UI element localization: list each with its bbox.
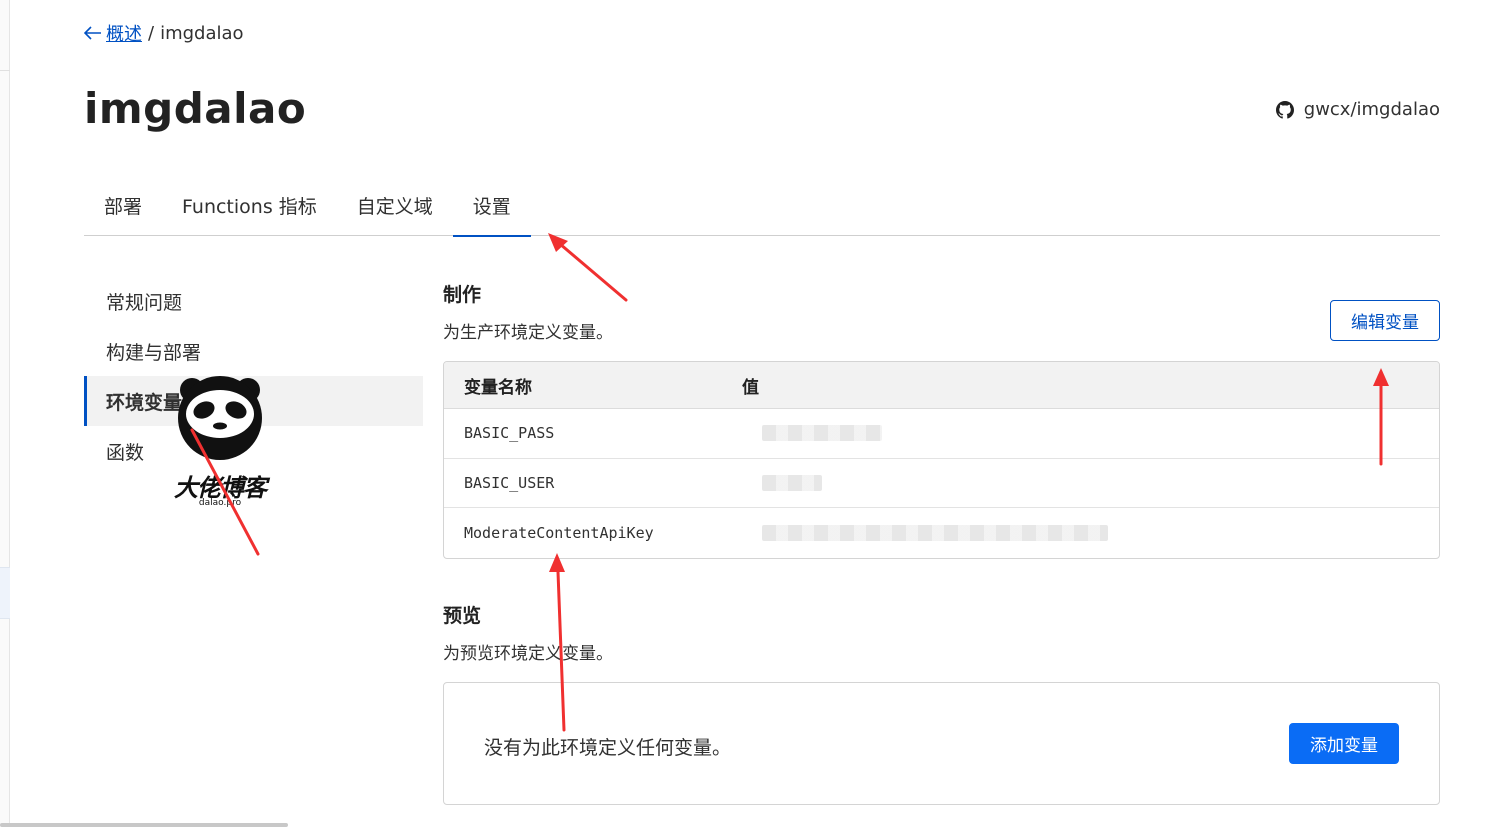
tab-functions-metrics[interactable]: Functions 指标 [162, 180, 337, 236]
preview-description: 为预览环境定义变量。 [443, 644, 613, 664]
preview-title: 预览 [443, 605, 482, 627]
table-header: 变量名称 值 [444, 362, 1439, 409]
page-title: imgdalao [84, 84, 307, 133]
var-name: BASIC_USER [464, 473, 555, 492]
preview-empty-state: 没有为此环境定义任何变量。 添加变量 [443, 682, 1440, 805]
breadcrumb-separator: / [148, 22, 155, 44]
left-edge-highlight [0, 567, 10, 619]
production-title: 制作 [443, 284, 482, 306]
watermark-sub: dalao.pro [198, 498, 242, 508]
panda-icon [178, 376, 262, 460]
breadcrumb-back-link[interactable]: 概述 [84, 20, 142, 46]
var-name: BASIC_PASS [464, 424, 555, 443]
breadcrumb-current: imgdalao [160, 22, 244, 44]
arrow-left-icon [84, 26, 101, 40]
repo-link[interactable]: gwcx/imgdalao [1275, 99, 1440, 120]
production-variables-table: 变量名称 值 BASIC_PASS BASIC_USER ModerateCon… [443, 361, 1440, 559]
var-value-redacted [742, 459, 1439, 508]
table-row: BASIC_PASS [444, 409, 1439, 459]
side-item-general[interactable]: 常规问题 [84, 276, 423, 326]
empty-message: 没有为此环境定义任何变量。 [484, 737, 732, 759]
var-value-redacted [742, 508, 1439, 558]
side-item-build-deploy[interactable]: 构建与部署 [84, 326, 423, 376]
watermark-logo: 大佬博客 dalao.pro [168, 376, 272, 511]
repo-name: gwcx/imgdalao [1303, 99, 1440, 120]
breadcrumb-back-label: 概述 [106, 24, 142, 45]
production-description: 为生产环境定义变量。 [443, 323, 613, 343]
tab-settings[interactable]: 设置 [452, 180, 531, 237]
project-tabs: 部署 Functions 指标 自定义域 设置 [84, 180, 1440, 237]
github-icon [1275, 100, 1294, 119]
arrow-to-settings-tab [548, 233, 628, 302]
var-value-redacted [742, 409, 1439, 458]
var-name: ModerateContentApiKey [464, 523, 654, 542]
edit-variables-button[interactable]: 编辑变量 [1330, 300, 1440, 341]
add-variable-button[interactable]: 添加变量 [1289, 723, 1399, 764]
header-name: 变量名称 [464, 377, 532, 398]
tab-custom-domains[interactable]: 自定义域 [337, 180, 453, 236]
horizontal-scrollbar[interactable] [0, 823, 288, 827]
tab-deployments[interactable]: 部署 [84, 180, 162, 236]
breadcrumb: 概述 / imgdalao [84, 20, 244, 46]
table-row: ModerateContentApiKey [444, 508, 1439, 558]
left-edge-divider [0, 70, 10, 71]
left-edge-panel [0, 0, 10, 827]
header-value: 值 [742, 377, 759, 398]
table-row: BASIC_USER [444, 459, 1439, 508]
